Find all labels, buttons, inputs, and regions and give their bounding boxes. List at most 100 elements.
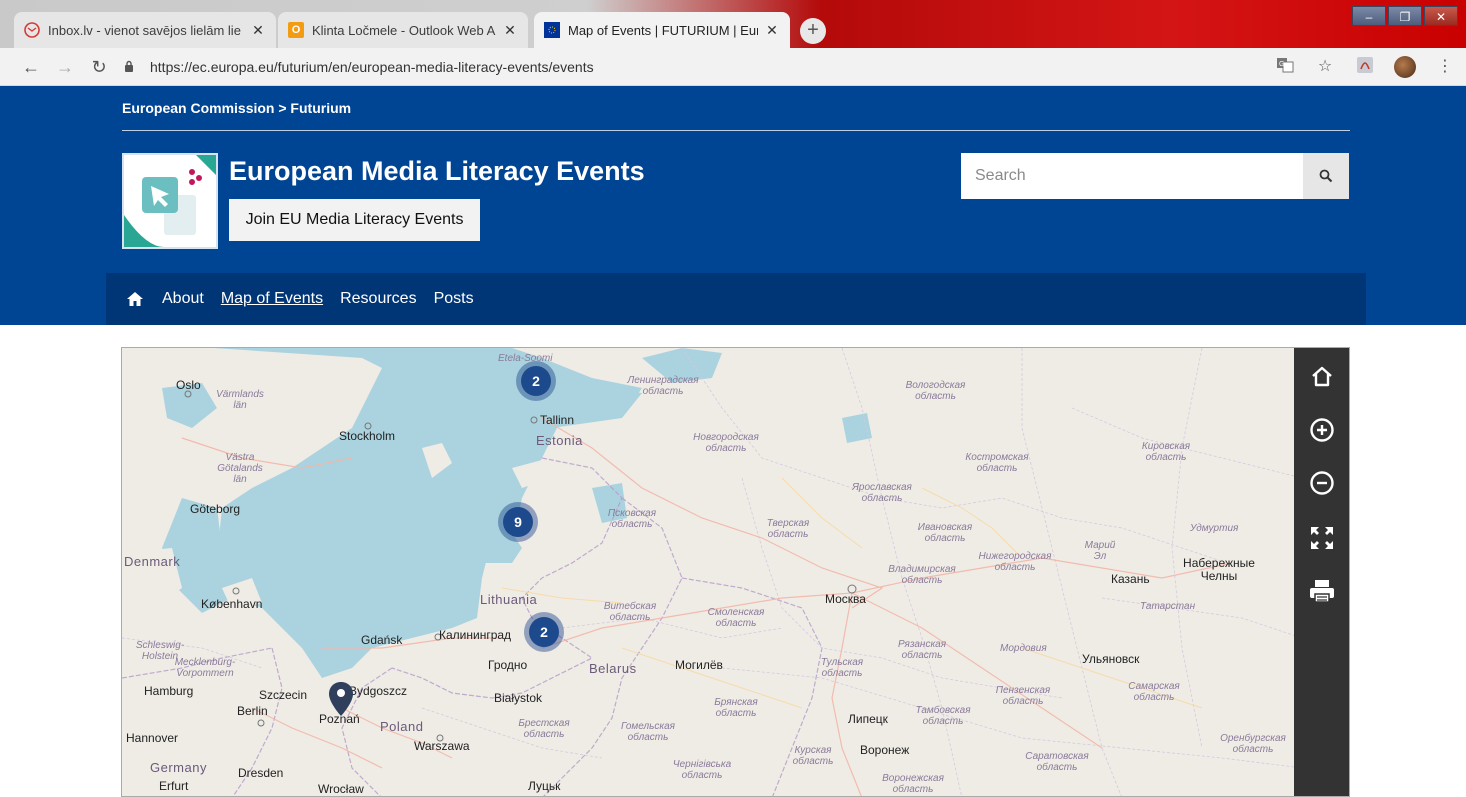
event-cluster[interactable]: 2 [516,361,556,401]
nav-resources[interactable]: Resources [340,290,416,308]
region-label: Гомельская область [620,721,676,743]
print-icon[interactable] [1308,577,1336,605]
map-label: Erfurt [159,779,189,793]
search-button[interactable] [1303,153,1349,199]
map-label: Могилёв [675,658,723,672]
tab-title: Klinta Ločmele - Outlook Web Ap [312,22,496,38]
map-label: Казань [1111,572,1150,586]
region-label: Марий Эл [1084,540,1116,562]
nav-about[interactable]: About [162,290,204,308]
nav-posts[interactable]: Posts [434,290,474,308]
map-label: Bydgoszcz [349,684,408,698]
outlook-icon: O [288,22,304,38]
events-map[interactable]: Oslo Stockholm Tallinn Göteborg Københav… [121,347,1350,797]
back-arrow-icon[interactable]: ← [20,56,42,78]
map-label: Dresden [238,766,284,780]
map-label: Воронеж [860,743,910,757]
page: European Commission > Futurium European … [0,86,1466,797]
zoom-in-icon[interactable] [1308,416,1336,444]
url-text: https://ec.europa.eu/futurium/en/europea… [150,59,594,75]
region-label: Мордовия [1000,643,1047,654]
minimize-icon[interactable]: – [1352,6,1386,26]
cluster-count: 2 [529,617,559,647]
zoom-out-icon[interactable] [1308,469,1336,497]
map-label: Tallinn [540,413,575,427]
eu-flag-icon [544,22,560,38]
region-label: Värmlands län [216,389,264,411]
bookmark-star-icon[interactable]: ☆ [1314,56,1336,78]
country-label: Lithuania [480,592,538,607]
region-label: Владимирская область [888,564,956,586]
event-cluster[interactable]: 9 [498,502,538,542]
map-label: Гродно [488,658,528,672]
forward-arrow-icon[interactable]: → [54,56,76,78]
region-label: Саратовская область [1025,751,1089,773]
map-label: Berlin [237,704,268,718]
map-label: Ульяновск [1082,652,1140,666]
close-tab-icon[interactable]: ✕ [502,22,518,39]
region-label: Тамбовская область [915,705,971,727]
home-icon[interactable] [126,290,144,308]
country-label: Belarus [589,661,637,676]
close-window-icon[interactable]: ✕ [1424,6,1458,26]
country-label: Germany [150,760,207,775]
country-label: Denmark [124,554,181,569]
browser-tab-futurium[interactable]: Map of Events | FUTURIUM | Euro ✕ [534,12,790,48]
country-label: Poland [380,719,424,734]
site-logo[interactable] [122,153,218,249]
region-label: Удмуртия [1190,523,1239,534]
region-label: Пензенская область [995,685,1051,707]
region-label: Брянская область [714,697,758,719]
lock-icon [124,60,138,75]
browser-tab-outlook[interactable]: O Klinta Ločmele - Outlook Web Ap ✕ [278,12,528,48]
site-header: European Commission > Futurium European … [0,86,1466,325]
event-marker-icon[interactable] [328,681,354,717]
map-label: Göteborg [190,502,241,516]
reload-icon[interactable]: ↻ [88,56,110,78]
join-events-button[interactable]: Join EU Media Literacy Events [229,199,480,241]
region-label: Воронежская область [882,773,944,795]
profile-avatar[interactable] [1394,56,1416,78]
region-label: Костромская область [965,452,1029,474]
event-cluster[interactable]: 2 [524,612,564,652]
maximize-icon[interactable]: ❐ [1388,6,1422,26]
map-tiles[interactable] [122,348,1350,797]
search-input[interactable] [961,153,1303,199]
close-tab-icon[interactable]: ✕ [764,22,780,39]
svg-text:G: G [1279,61,1284,68]
region-label: Смоленская область [707,607,765,629]
pdf-extension-icon[interactable] [1354,56,1376,78]
map-label: Stockholm [339,429,396,443]
region-label: Татарстан [1140,601,1196,612]
tab-title: Inbox.lv - vienot savējos lielām lie [48,22,241,38]
region-label: Чернігівська область [672,759,732,781]
translate-icon[interactable]: G [1274,56,1296,78]
map-label: Калининград [439,628,512,642]
map-label: Hannover [126,731,179,745]
url-field[interactable]: https://ec.europa.eu/futurium/en/europea… [124,53,1264,81]
region-label: Новгородская область [693,432,759,454]
map-toolbar [1294,348,1349,796]
region-label: Кировская область [1141,441,1191,463]
fullscreen-icon[interactable] [1308,524,1336,552]
new-tab-button[interactable]: + [800,18,826,44]
browser-tab-inbox[interactable]: Inbox.lv - vienot savējos lielām lie ✕ [14,12,276,48]
close-tab-icon[interactable]: ✕ [250,22,266,39]
nav-map-of-events[interactable]: Map of Events [221,290,323,308]
region-label: Псковская область [607,508,657,530]
home-icon[interactable] [1308,363,1336,391]
breadcrumb[interactable]: European Commission > Futurium [122,100,351,116]
site-title[interactable]: European Media Literacy Events [229,156,645,187]
cluster-count: 9 [503,507,533,537]
map-label: Warszawa [414,739,470,753]
cluster-count: 2 [521,366,551,396]
menu-dots-icon[interactable]: ⋮ [1434,56,1456,78]
country-label: Estonia [536,433,583,448]
region-label: Тверская область [766,518,810,540]
map-label: København [201,597,263,611]
region-label: Самарская область [1128,681,1180,703]
search-icon [1319,169,1333,183]
region-label: Mecklenburg-Vorpommern [174,657,236,679]
region-label: Оренбургская область [1220,733,1286,755]
region-label: Брестская область [518,718,570,740]
